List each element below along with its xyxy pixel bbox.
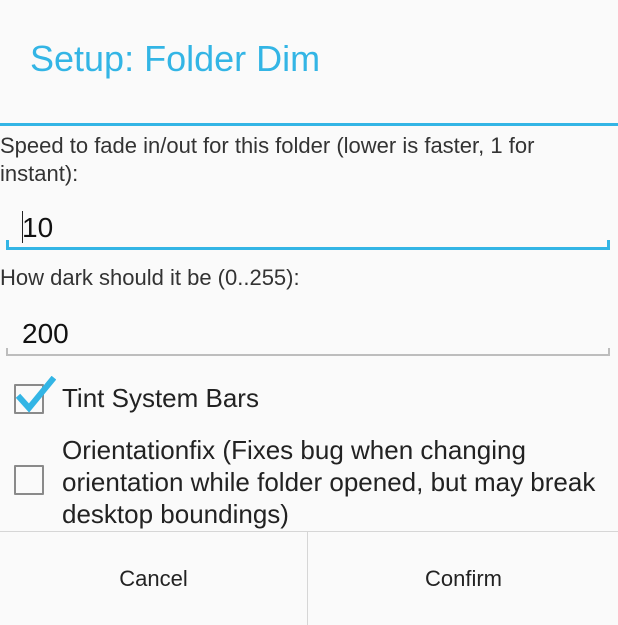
darkness-input-underline bbox=[6, 354, 610, 356]
tint-system-bars-option[interactable]: Tint System Bars bbox=[0, 376, 618, 420]
orientation-fix-label: Orientationfix (Fixes bug when changing … bbox=[62, 435, 596, 529]
darkness-label: How dark should it be (0..255): bbox=[0, 265, 300, 290]
title-divider bbox=[0, 123, 618, 126]
dialog-title: Setup: Folder Dim bbox=[30, 38, 321, 79]
checkmark-icon bbox=[15, 376, 56, 413]
darkness-input-tick-right bbox=[608, 348, 610, 356]
speed-label: Speed to fade in/out for this folder (lo… bbox=[0, 133, 535, 186]
dialog-button-bar: Cancel Confirm bbox=[0, 531, 618, 625]
speed-input[interactable]: 10 bbox=[6, 206, 610, 250]
tint-system-bars-label: Tint System Bars bbox=[62, 383, 259, 413]
speed-input-tick-right bbox=[607, 240, 610, 250]
darkness-input-tick-left bbox=[6, 348, 8, 356]
speed-input-underline bbox=[6, 247, 610, 250]
orientation-fix-checkbox[interactable] bbox=[14, 465, 44, 495]
speed-input-tick-left bbox=[6, 240, 9, 250]
orientation-fix-option[interactable]: Orientationfix (Fixes bug when changing … bbox=[0, 432, 618, 529]
confirm-button[interactable]: Confirm bbox=[309, 532, 618, 625]
cancel-button[interactable]: Cancel bbox=[0, 532, 307, 625]
speed-input-value[interactable]: 10 bbox=[22, 212, 53, 244]
darkness-input[interactable]: 200 bbox=[6, 312, 610, 356]
setup-dialog: Setup: Folder Dim Speed to fade in/out f… bbox=[0, 0, 618, 625]
tint-system-bars-checkbox[interactable] bbox=[14, 376, 56, 414]
button-divider bbox=[307, 532, 308, 625]
darkness-input-value[interactable]: 200 bbox=[22, 318, 69, 350]
